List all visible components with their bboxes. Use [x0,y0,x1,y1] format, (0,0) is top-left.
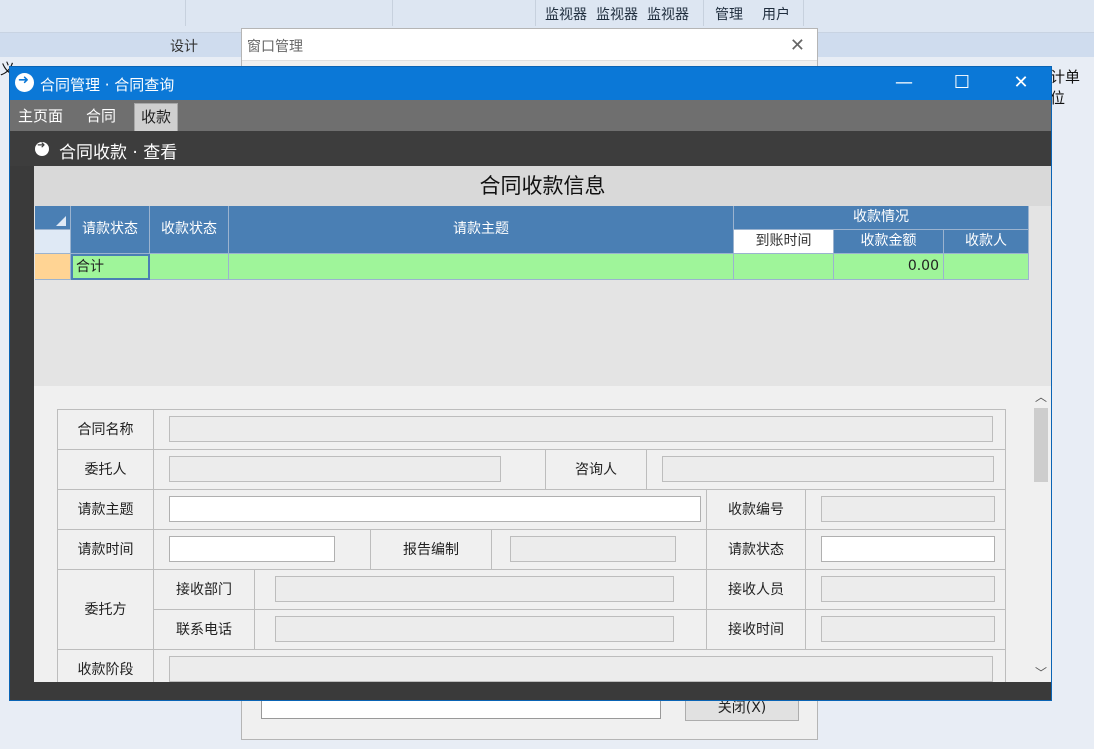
receipt-number-field[interactable] [821,496,995,522]
ribbon-item-manage[interactable]: 管理 [715,4,743,24]
contract-name-field[interactable] [169,416,993,442]
grid-corner[interactable] [35,206,71,230]
tab-contract[interactable]: 合同 [80,103,122,131]
receiving-person-field[interactable] [821,576,995,602]
summary-cell[interactable] [150,254,229,280]
contact-phone-field[interactable] [275,616,674,642]
cell [154,410,1006,450]
label-client-party: 委托方 [58,570,154,650]
window-manager-title: 窗口管理 [247,39,303,55]
label-request-status: 请款状态 [707,530,806,570]
cell [806,530,1006,570]
label-request-subject: 请款主题 [58,490,154,530]
column-header-arrival-time[interactable]: 到账时间 [734,230,834,254]
ribbon-item-monitor-1[interactable]: 监视器 [545,4,587,24]
ribbon-separator [392,0,393,26]
label-receipt-stage: 收款阶段 [58,650,154,682]
cell [154,490,707,530]
main-window-titlebar: 合同管理 · 合同查询 — ☐ ✕ [10,67,1051,100]
arrow-right-icon [35,140,49,156]
app-arrow-icon [15,73,34,92]
ribbon-separator [185,0,186,26]
ribbon-item-monitor-2[interactable]: 监视器 [596,4,638,24]
cell [255,610,707,650]
consultant-field[interactable] [662,456,994,482]
receiving-time-field[interactable] [821,616,995,642]
column-header-amount[interactable]: 收款金额 [834,230,944,254]
cell [806,490,1006,530]
summary-cell[interactable] [944,254,1029,280]
ribbon-item-monitor-3[interactable]: 监视器 [647,4,689,24]
bottom-bar [10,682,1051,700]
column-header-receiver[interactable]: 收款人 [944,230,1029,254]
cell [806,610,1006,650]
cell [154,650,1006,682]
background-side-right: 计单位 [1050,68,1081,107]
page-subheader-title: 合同收款 · 查看 [59,143,178,163]
ribbon-item-users[interactable]: 用户 [762,4,790,24]
grid-row-header [35,230,71,254]
summary-row-header [35,254,71,280]
ribbon-separator [535,0,536,26]
report-author-field[interactable] [510,536,676,562]
strip-label[interactable]: 设计 [170,36,198,56]
main-window-title: 合同管理 · 合同查询 [40,76,175,94]
window-manager-titlebar: 窗口管理 ✕ [242,29,817,61]
request-time-field[interactable] [169,536,335,562]
label-client: 委托人 [58,450,154,490]
vertical-scrollbar[interactable]: ︿ ﹀ [1031,386,1051,682]
content-area: 合同收款信息 请款状态 收款状态 请款主题 收款情况 到账时间 收款金额 收款人… [34,166,1051,682]
client-field[interactable] [169,456,501,482]
tab-home[interactable]: 主页面 [12,103,69,131]
summary-amount-cell[interactable]: 0.00 [834,254,944,280]
close-icon[interactable]: ✕ [790,35,805,56]
tab-receipt[interactable]: 收款 [134,103,179,131]
summary-label-cell[interactable]: 合计 [71,254,150,280]
grid-title: 合同收款信息 [34,166,1051,206]
cell [492,530,707,570]
label-contract-name: 合同名称 [58,410,154,450]
scroll-down-icon[interactable]: ﹀ [1035,664,1047,681]
request-status-field[interactable] [821,536,995,562]
column-header-status[interactable]: 请款状态 [71,206,150,254]
cell [154,530,371,570]
label-receipt-number: 收款编号 [707,490,806,530]
summary-cell[interactable] [229,254,734,280]
scroll-up-icon[interactable]: ︿ [1035,388,1047,405]
label-receiving-time: 接收时间 [707,610,806,650]
cell [154,450,546,490]
column-header-subject[interactable]: 请款主题 [229,206,734,254]
ribbon-separator [803,0,804,26]
maximize-icon[interactable]: ☐ [939,70,985,96]
label-receiving-dept: 接收部门 [154,570,255,610]
label-receiving-person: 接收人员 [707,570,806,610]
grid-panel: 合同收款信息 请款状态 收款状态 请款主题 收款情况 到账时间 收款金额 收款人… [34,166,1051,386]
page-subheader: 合同收款 · 查看 [10,131,1051,166]
label-report-author: 报告编制 [371,530,492,570]
request-subject-field[interactable] [169,496,701,522]
cell [647,450,1006,490]
label-consultant: 咨询人 [546,450,647,490]
close-window-icon[interactable]: ✕ [998,70,1044,96]
label-request-time: 请款时间 [58,530,154,570]
select-all-icon [56,216,66,226]
receipt-form: 合同名称 委托人 咨询人 请款主题 收款编号 请款时间 报告编制 请款状态 委托… [57,409,1006,682]
minimize-icon[interactable]: — [881,70,927,96]
main-window: 合同管理 · 合同查询 — ☐ ✕ 主页面 合同 收款 合同收款 · 查看 合同… [9,66,1052,701]
receiving-dept-field[interactable] [275,576,674,602]
column-header-receive-status[interactable]: 收款状态 [150,206,229,254]
label-contact-phone: 联系电话 [154,610,255,650]
column-group-receipt: 收款情况 [734,206,1029,230]
cell [255,570,707,610]
cell [806,570,1006,610]
ribbon-separator [703,0,704,26]
tab-bar: 主页面 合同 收款 [10,100,1051,131]
scrollbar-thumb[interactable] [1034,408,1048,482]
receipt-stage-field[interactable] [169,656,993,682]
summary-cell[interactable] [734,254,834,280]
